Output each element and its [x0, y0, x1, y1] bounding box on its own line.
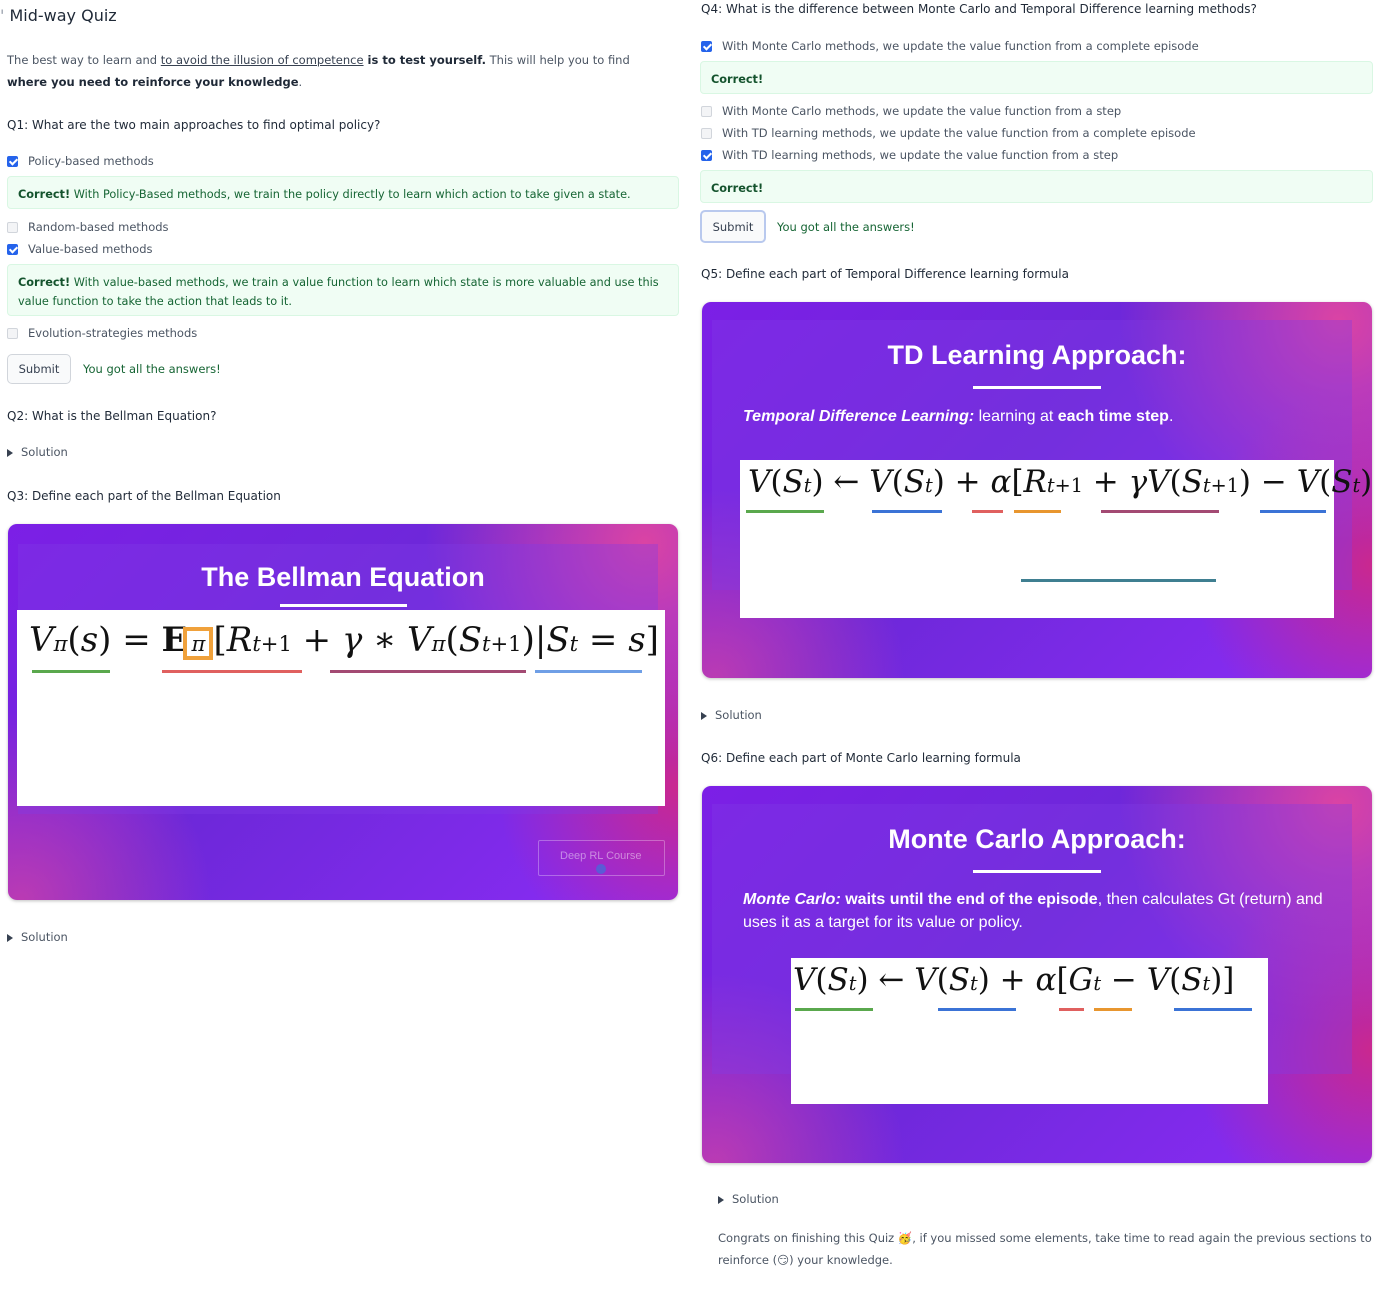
underline-red: [972, 510, 1003, 513]
title-underline: [280, 604, 407, 607]
underline-green: [32, 670, 110, 673]
underline-red: [1059, 1008, 1084, 1011]
q6-question: Q6: Define each part of Monte Carlo lear…: [701, 751, 1021, 765]
watermark-dot-icon: [596, 864, 606, 874]
bellman-slide: The Bellman Equation Vπ(s) = Eπ [Rt+1 + γ…: [8, 524, 678, 900]
intro-link[interactable]: to avoid the illusion of competence: [161, 53, 364, 67]
q4-question: Q4: What is the difference between Monte…: [701, 2, 1257, 16]
mc-slide-title: Monte Carlo Approach:: [888, 824, 1186, 854]
underline-green: [746, 510, 824, 513]
q1-question: Q1: What are the two main approaches to …: [7, 118, 381, 132]
q2-solution-toggle[interactable]: Solution: [7, 445, 68, 459]
q4-result: You got all the answers!: [777, 220, 915, 234]
title-underline: [973, 870, 1101, 873]
q1-option-value[interactable]: Value-based methods: [7, 242, 153, 256]
td-slide: TD Learning Approach: Temporal Differenc…: [702, 302, 1372, 678]
underline-lightblue: [535, 670, 642, 673]
checkbox-checked[interactable]: [7, 243, 18, 255]
q4-submit-button[interactable]: Submit: [700, 210, 766, 243]
mc-formula-box: V(St) ← V(St) + α[Gt − V(St)]: [791, 958, 1268, 1104]
q2-question: Q2: What is the Bellman Equation?: [7, 409, 217, 423]
q4-feedback-1: Correct!: [700, 61, 1373, 94]
checkbox-unchecked[interactable]: [7, 221, 18, 233]
q3-question: Q3: Define each part of the Bellman Equa…: [7, 489, 281, 503]
underline-blue: [872, 510, 942, 513]
q5-question: Q5: Define each part of Temporal Differe…: [701, 267, 1069, 281]
mc-formula: V(St) ← V(St) + α[Gt − V(St)]: [793, 962, 1235, 998]
bellman-formula-box: Vπ(s) = Eπ [Rt+1 + γ ∗ Vπ(St+1)|St = s]: [17, 610, 665, 806]
underline-maroon: [1101, 510, 1219, 513]
q4-option-td-step[interactable]: With TD learning methods, we update the …: [701, 148, 1118, 162]
mc-slide: Monte Carlo Approach: Monte Carlo: waits…: [702, 786, 1372, 1163]
triangle-right-icon: [701, 711, 707, 720]
mc-description: Monte Carlo: waits until the end of the …: [743, 891, 1323, 931]
q4-option-td-episode[interactable]: With TD learning methods, we update the …: [701, 126, 1196, 140]
bellman-slide-title: The Bellman Equation: [201, 562, 485, 592]
q6-solution-toggle[interactable]: Solution: [718, 1192, 779, 1206]
td-formula-box: V(St) ← V(St) + α[Rt+1 + γV(St+1) − V(St…: [740, 460, 1372, 618]
smirk-emoji-icon: 😏: [777, 1253, 790, 1267]
underline-orange: [1094, 1008, 1132, 1011]
bellman-formula: Vπ(s) = Eπ [Rt+1 + γ ∗ Vπ(St+1)|St = s]: [29, 620, 659, 660]
checkbox-unchecked[interactable]: [701, 105, 712, 117]
checkbox-unchecked[interactable]: [7, 327, 18, 339]
q1-submit-button[interactable]: Submit: [7, 354, 71, 384]
q4-option-mc-episode[interactable]: With Monte Carlo methods, we update the …: [701, 39, 1199, 53]
q5-solution-toggle[interactable]: Solution: [701, 708, 762, 722]
td-formula: V(St) ← V(St) + α[Rt+1 + γV(St+1) − V(St…: [748, 464, 1372, 500]
underline-red: [162, 670, 302, 673]
checkbox-checked[interactable]: [701, 40, 712, 52]
q4-feedback-2: Correct!: [700, 170, 1373, 203]
q1-option-policy[interactable]: Policy-based methods: [7, 154, 154, 168]
q1-feedback-policy: Correct! With Policy-Based methods, we t…: [7, 176, 679, 209]
party-emoji-icon: 🥳: [897, 1231, 913, 1245]
underline-maroon: [330, 670, 526, 673]
q1-option-evolution[interactable]: Evolution-strategies methods: [7, 326, 197, 340]
q1-feedback-value: Correct! With value-based methods, we tr…: [7, 264, 679, 316]
q4-option-mc-step[interactable]: With Monte Carlo methods, we update the …: [701, 104, 1121, 118]
congrats-paragraph: Congrats on finishing this Quiz 🥳, if yo…: [718, 1231, 1372, 1267]
triangle-right-icon: [7, 933, 13, 942]
triangle-right-icon: [7, 448, 13, 457]
checkbox-unchecked[interactable]: [701, 127, 712, 139]
underline-teal: [1021, 579, 1216, 582]
watermark-text: Deep RL Course: [560, 850, 642, 862]
title-underline: [973, 386, 1101, 389]
td-description: Temporal Difference Learning: learning a…: [743, 408, 1174, 425]
checkbox-checked[interactable]: [7, 155, 18, 167]
underline-blue: [938, 1008, 1016, 1011]
q1-result: You got all the answers!: [83, 362, 221, 376]
underline-blue: [1260, 510, 1326, 513]
underline-orange: [1014, 510, 1061, 513]
page-title: ' Mid-way Quiz: [0, 6, 117, 25]
q3-solution-toggle[interactable]: Solution: [7, 930, 68, 944]
q1-option-random[interactable]: Random-based methods: [7, 220, 169, 234]
underline-green: [795, 1008, 873, 1011]
checkbox-checked[interactable]: [701, 149, 712, 161]
triangle-right-icon: [718, 1195, 724, 1204]
intro-paragraph: The best way to learn and to avoid the i…: [7, 53, 630, 89]
td-slide-title: TD Learning Approach:: [887, 340, 1187, 370]
underline-blue: [1174, 1008, 1252, 1011]
